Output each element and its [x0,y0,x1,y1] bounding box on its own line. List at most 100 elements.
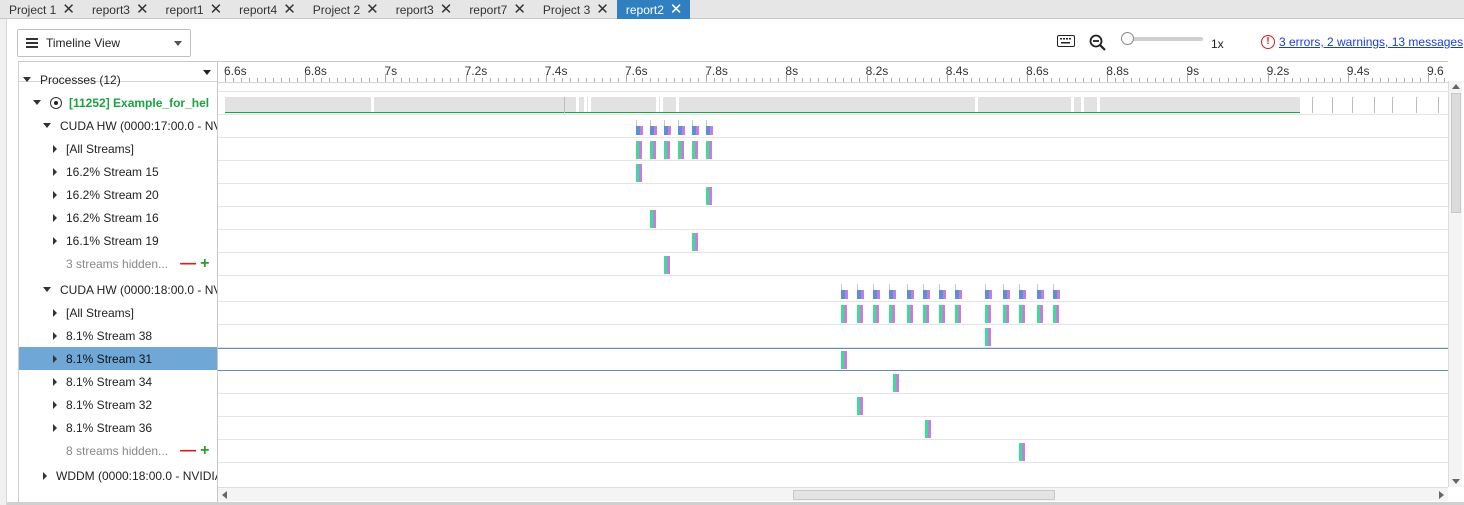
kernel-mark[interactable] [682,126,686,135]
tree-row-stream[interactable]: 8.1% Stream 38 [19,324,217,347]
close-icon[interactable]: ✕ [513,2,526,17]
vertical-scrollbar[interactable] [1448,81,1462,487]
tab-report1[interactable]: report1 ✕ [157,0,231,19]
timeline-area[interactable]: 6.6s 6.8s 7s 7.2s 7.4s 7.6s 7.8s 8s 8.2s 8.4s 8.6s… [218,61,1448,487]
process-activity-bar[interactable] [578,97,584,112]
timeline-lane[interactable] [218,371,1448,394]
process-event-tick[interactable] [1351,97,1353,113]
close-icon[interactable]: ✕ [440,2,453,17]
timeline-lane[interactable] [218,253,1448,276]
process-event-tick[interactable] [563,97,565,113]
expand-streams-button[interactable]: + [200,442,209,460]
kernel-mark[interactable] [654,126,658,135]
tab-report3[interactable]: report3 ✕ [83,0,157,19]
process-activity-bar[interactable] [590,97,657,112]
keyboard-icon[interactable] [1057,35,1075,47]
expanded-triangle-icon[interactable] [23,77,31,82]
kernel-mark[interactable] [958,290,962,299]
scroll-right-arrow[interactable] [1439,491,1444,499]
kernel-mark[interactable] [843,305,847,323]
kernel-mark[interactable] [667,256,671,274]
tab-project-3[interactable]: Project 3 ✕ [534,0,617,19]
scroll-up-arrow[interactable] [1452,84,1460,89]
close-icon[interactable]: ✕ [136,2,149,17]
process-activity-bar[interactable] [679,97,975,112]
kernel-mark[interactable] [988,290,992,299]
view-selector-dropdown[interactable]: Timeline View [17,29,191,57]
process-activity-bar[interactable] [586,97,588,112]
hidden-streams-row[interactable]: 8 streams hidden... — + [19,439,217,462]
kernel-mark[interactable] [696,126,700,135]
timeline-lane[interactable] [218,230,1448,253]
collapsed-triangle-icon[interactable] [53,377,57,386]
process-activity-bar[interactable] [373,97,576,112]
zoom-slider-handle[interactable] [1121,32,1134,45]
process-event-tick[interactable] [1373,97,1375,113]
kernel-mark[interactable] [987,328,991,346]
kernel-mark[interactable] [844,290,848,299]
diagnostics-link[interactable]: 3 errors, 2 warnings, 13 messages [1279,35,1463,49]
kernel-mark[interactable] [668,126,672,135]
tree-row-stream[interactable]: 16.2% Stream 15 [19,160,217,183]
expanded-triangle-icon[interactable] [43,287,51,292]
process-cpu-line[interactable] [225,112,1300,113]
tab-project-2[interactable]: Project 2 ✕ [304,0,387,19]
kernel-mark[interactable] [891,305,895,323]
tree-row-stream[interactable]: 8.1% Stream 32 [19,393,217,416]
collapsed-triangle-icon[interactable] [53,144,57,153]
process-activity-bar[interactable] [977,97,1072,112]
kernel-mark[interactable] [1021,443,1025,461]
kernel-mark[interactable] [859,397,863,415]
collapsed-triangle-icon[interactable] [53,213,57,222]
collapsed-triangle-icon[interactable] [53,331,57,340]
horizontal-scrollbar[interactable] [218,487,1448,501]
timeline-lane[interactable] [218,279,1448,302]
kernel-mark[interactable] [957,305,961,323]
kernel-mark[interactable] [859,305,863,323]
kernel-mark[interactable] [653,141,657,159]
timeline-lane[interactable] [218,348,1448,371]
tree-row-stream[interactable]: 8.1% Stream 31 [19,347,217,370]
kernel-mark[interactable] [925,305,929,323]
kernel-mark[interactable] [639,164,643,182]
kernel-mark[interactable] [709,141,713,159]
scroll-down-arrow[interactable] [1452,479,1460,484]
kernel-mark[interactable] [681,141,685,159]
kernel-mark[interactable] [639,141,643,159]
process-activity-bar[interactable] [659,97,661,112]
process-event-tick[interactable] [1438,97,1440,113]
tree-row-device[interactable]: WDDM (0000:18:00.0 - NVIDIA [19,464,217,487]
process-activity-bar[interactable] [663,97,677,112]
process-activity-bar[interactable] [1100,97,1300,112]
close-icon[interactable]: ✕ [596,2,609,17]
collapsed-triangle-icon[interactable] [43,471,47,480]
horizontal-scroll-thumb[interactable] [793,490,1055,500]
process-activity-bar[interactable] [1074,97,1082,112]
tree-row-stream[interactable]: 16.2% Stream 16 [19,206,217,229]
kernel-mark[interactable] [1056,305,1060,323]
kernel-mark[interactable] [710,126,714,135]
process-event-tick[interactable] [1415,97,1417,113]
kernel-mark[interactable] [1022,290,1026,299]
kernel-mark[interactable] [1006,290,1010,299]
tree-row-stream[interactable]: 16.2% Stream 20 [19,183,217,206]
tree-row-process[interactable]: [11252] Example_for_hel [19,91,217,114]
tree-row-group[interactable]: Processes (12) [19,68,217,91]
collapsed-triangle-icon[interactable] [53,354,57,363]
timeline-lane[interactable] [218,302,1448,325]
kernel-mark[interactable] [843,351,847,369]
timeline-lane[interactable] [218,138,1448,161]
tree-row-stream[interactable]: 8.1% Stream 34 [19,370,217,393]
kernel-mark[interactable] [926,290,930,299]
kernel-mark[interactable] [1041,290,1045,299]
kernel-mark[interactable] [910,290,914,299]
timeline-lane[interactable] [218,440,1448,463]
close-icon[interactable]: ✕ [210,2,223,17]
kernel-mark[interactable] [667,141,671,159]
kernel-mark[interactable] [941,305,945,323]
kernel-mark[interactable] [640,126,644,135]
kernel-mark[interactable] [875,305,879,323]
timeline-lane[interactable] [218,417,1448,440]
timeline-lane[interactable] [218,184,1448,207]
vertical-scroll-thumb[interactable] [1451,93,1461,213]
